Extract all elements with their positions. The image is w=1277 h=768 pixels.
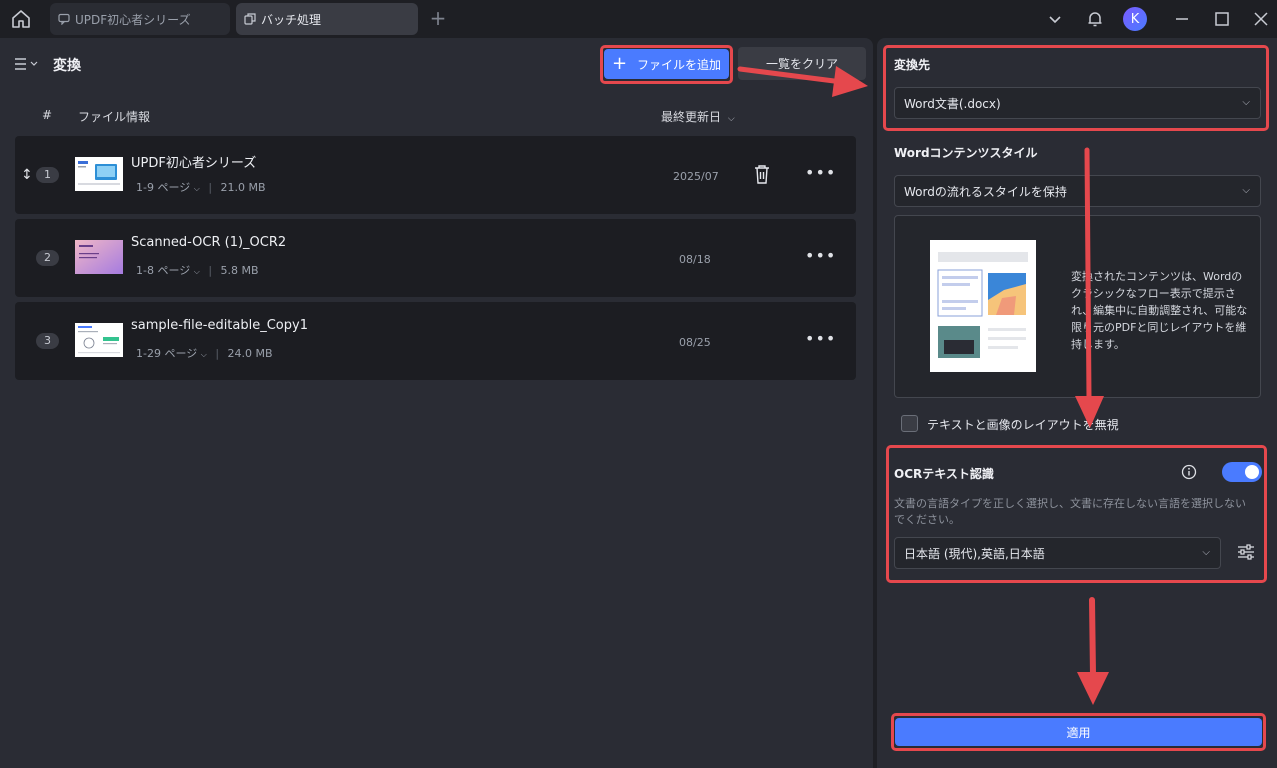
annotation-arrows bbox=[737, 66, 1109, 705]
arrowhead bbox=[1077, 672, 1109, 705]
arrowhead bbox=[1075, 396, 1104, 428]
arrow-to-ocr bbox=[1084, 147, 1092, 401]
arrow-to-apply bbox=[1089, 597, 1096, 678]
arrowhead bbox=[832, 66, 868, 97]
arrow-to-target-format bbox=[737, 66, 845, 85]
